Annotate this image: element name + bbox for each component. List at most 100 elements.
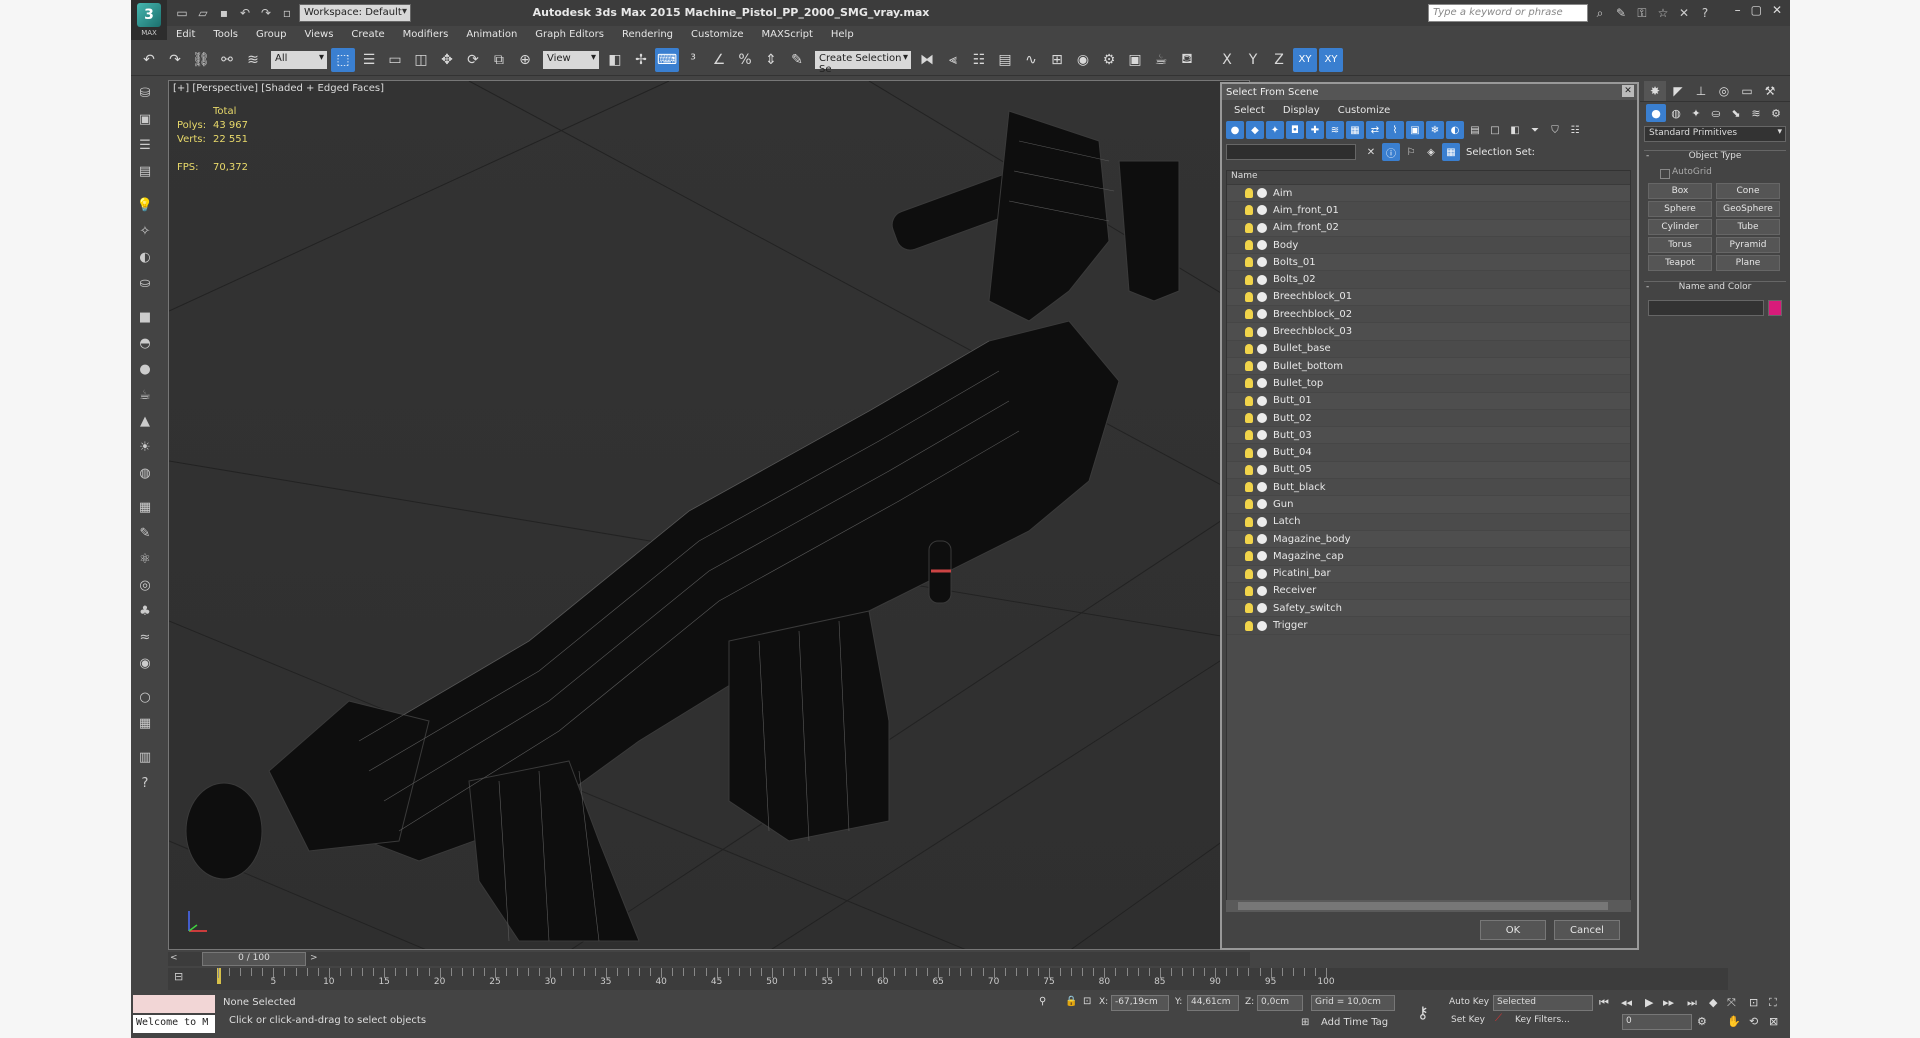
place-icon[interactable]: ⊕	[513, 48, 537, 72]
filter-geometry-icon[interactable]: ●	[1226, 121, 1244, 139]
filter-hidden-icon[interactable]: ◐	[1446, 121, 1464, 139]
next-frame-icon[interactable]: ▸▸	[1663, 996, 1674, 1009]
dialog-menu-customize[interactable]: Customize	[1338, 105, 1391, 116]
play-icon[interactable]: ▶	[1645, 996, 1653, 1009]
filter-spacewarps-icon[interactable]: ≋	[1326, 121, 1344, 139]
y-coordinate-field[interactable]: 44,61cm	[1187, 995, 1239, 1011]
menu-edit[interactable]: Edit	[176, 29, 195, 40]
panel-icon[interactable]: ▤	[133, 160, 157, 182]
visibility-bulb-icon[interactable]	[1245, 378, 1253, 389]
axis-z-button[interactable]: Z	[1267, 48, 1291, 72]
object-list-row[interactable]: Trigger	[1227, 617, 1630, 635]
cone-icon[interactable]: ▲	[133, 410, 157, 432]
time-slider-next-icon[interactable]: >	[310, 953, 318, 963]
set-key-icon[interactable]: ⚷	[1417, 1003, 1429, 1022]
material-editor-icon[interactable]: ◉	[1071, 48, 1095, 72]
menu-group[interactable]: Group	[256, 29, 286, 40]
hair-icon[interactable]: ≈	[133, 626, 157, 648]
helper-icon[interactable]: ✧	[133, 220, 157, 242]
atom-icon[interactable]: ⚛	[133, 548, 157, 570]
object-list-row[interactable]: Butt_03	[1227, 427, 1630, 445]
visibility-bulb-icon[interactable]	[1245, 499, 1253, 510]
visibility-bulb-icon[interactable]	[1245, 274, 1253, 285]
visibility-bulb-icon[interactable]	[1245, 482, 1253, 493]
globe-icon[interactable]: ◎	[133, 574, 157, 596]
bind-spacewarp-icon[interactable]: ≋	[241, 48, 265, 72]
object-category-dropdown[interactable]: Standard Primitives	[1644, 126, 1786, 142]
plant-icon[interactable]: ♣	[133, 600, 157, 622]
container-icon[interactable]: ⛁	[133, 82, 157, 104]
filter-groups-icon[interactable]: ▦	[1346, 121, 1364, 139]
maxscript-listener-field[interactable]	[133, 995, 215, 1013]
visibility-bulb-icon[interactable]	[1245, 620, 1253, 631]
selection-set-icon[interactable]: ▦	[1442, 143, 1460, 161]
object-type-header[interactable]: Object Type	[1644, 151, 1786, 167]
visibility-bulb-icon[interactable]	[1245, 464, 1253, 475]
key-tangent-icon[interactable]: ⟋	[1495, 1013, 1502, 1024]
filter-cameras-icon[interactable]: ◘	[1286, 121, 1304, 139]
select-by-name-icon[interactable]: ☰	[357, 48, 381, 72]
menu-maxscript[interactable]: MAXScript	[762, 29, 813, 40]
redo-icon[interactable]: ↷	[163, 48, 187, 72]
absolute-mode-icon[interactable]: ⊡	[1083, 996, 1091, 1007]
shapes-category-icon[interactable]: ◍	[1666, 104, 1686, 122]
maximize-icon[interactable]: ▢	[1751, 3, 1762, 17]
visibility-bulb-icon[interactable]	[1245, 343, 1253, 354]
object-list-row[interactable]: Magazine_cap	[1227, 548, 1630, 566]
name-column-header[interactable]: Name	[1227, 171, 1630, 185]
time-config-icon[interactable]: ⚙	[1697, 1015, 1707, 1028]
zoom-extents-icon[interactable]: ⤧	[1727, 996, 1736, 1010]
object-list-row[interactable]: Butt_black	[1227, 479, 1630, 497]
visibility-bulb-icon[interactable]	[1245, 430, 1253, 441]
dialog-close-icon[interactable]: ✕	[1622, 85, 1634, 97]
perspective-viewport[interactable]: [+] [Perspective] [Shaded + Edged Faces]…	[168, 80, 1250, 950]
key-mode-dropdown[interactable]: Selected	[1493, 995, 1593, 1011]
object-list-row[interactable]: Aim_front_02	[1227, 219, 1630, 237]
object-list-row[interactable]: Aim	[1227, 185, 1630, 203]
object-list-row[interactable]: Breechblock_01	[1227, 288, 1630, 307]
lock-icon[interactable]: 🔒	[1065, 996, 1077, 1007]
key-filters-button[interactable]: Key Filters...	[1515, 1015, 1570, 1025]
plane-button[interactable]: Plane	[1716, 255, 1780, 271]
utilities-tab-icon[interactable]: ⚒	[1759, 81, 1781, 101]
graphite-ribbon-icon[interactable]: ▤	[993, 48, 1017, 72]
box-icon[interactable]: ■	[133, 306, 157, 328]
auto-key-button[interactable]: Auto Key	[1449, 997, 1489, 1007]
reference-coordinate-dropdown[interactable]: View	[543, 50, 599, 69]
menu-rendering[interactable]: Rendering	[622, 29, 673, 40]
axis-y-button[interactable]: Y	[1241, 48, 1265, 72]
mini-curve-editor-icon[interactable]: ⊟	[174, 970, 183, 983]
scale-icon[interactable]: ⧉	[487, 48, 511, 72]
object-list-row[interactable]: Gun	[1227, 496, 1630, 514]
visibility-bulb-icon[interactable]	[1245, 326, 1253, 337]
key-icon[interactable]: ⚿	[1633, 4, 1651, 22]
walk-icon[interactable]: ⊠	[1769, 1015, 1778, 1028]
close-icon[interactable]: ✕	[1772, 3, 1782, 17]
schematic-view-icon[interactable]: ⊞	[1045, 48, 1069, 72]
object-list-row[interactable]: Bullet_base	[1227, 341, 1630, 358]
z-coordinate-field[interactable]: 0,0cm	[1257, 995, 1303, 1011]
snaps-toggle-icon[interactable]: ³	[681, 48, 705, 72]
rendered-frame-window-icon[interactable]: ▣	[1123, 48, 1147, 72]
visibility-bulb-icon[interactable]	[1245, 516, 1253, 527]
object-list-row[interactable]: Bolts_01	[1227, 254, 1630, 272]
filter-lights-icon[interactable]: ✦	[1266, 121, 1284, 139]
display-none-icon[interactable]: □	[1486, 121, 1504, 139]
filter-frozen-icon[interactable]: ❄	[1426, 121, 1444, 139]
filter-options-icon[interactable]: ⛉	[1546, 121, 1564, 139]
curve-editor-icon[interactable]: ∿	[1019, 48, 1043, 72]
teapot-button[interactable]: Teapot	[1648, 255, 1712, 271]
object-list-row[interactable]: Picatini_bar	[1227, 565, 1630, 583]
move-icon[interactable]: ✥	[435, 48, 459, 72]
select-object-icon[interactable]: ⬚	[331, 47, 355, 72]
cone-button[interactable]: Cone	[1716, 183, 1780, 199]
lock-selection-icon[interactable]: ⚲	[1039, 996, 1046, 1007]
object-name-field[interactable]	[1648, 300, 1765, 316]
add-time-tag-button[interactable]: Add Time Tag	[1321, 1017, 1388, 1028]
rectangular-selection-icon[interactable]: ▭	[383, 48, 407, 72]
visibility-bulb-icon[interactable]	[1245, 534, 1253, 545]
spacewarps-category-icon[interactable]: ≋	[1746, 104, 1766, 122]
track-bar[interactable]: ⊟ 5 10 15 20 25 30 35 40 45 50 55 60 65 70 75 80 85 90 95 1…	[168, 968, 1728, 990]
object-color-swatch[interactable]	[1768, 300, 1782, 316]
create-tab-icon[interactable]: ✸	[1644, 80, 1666, 101]
